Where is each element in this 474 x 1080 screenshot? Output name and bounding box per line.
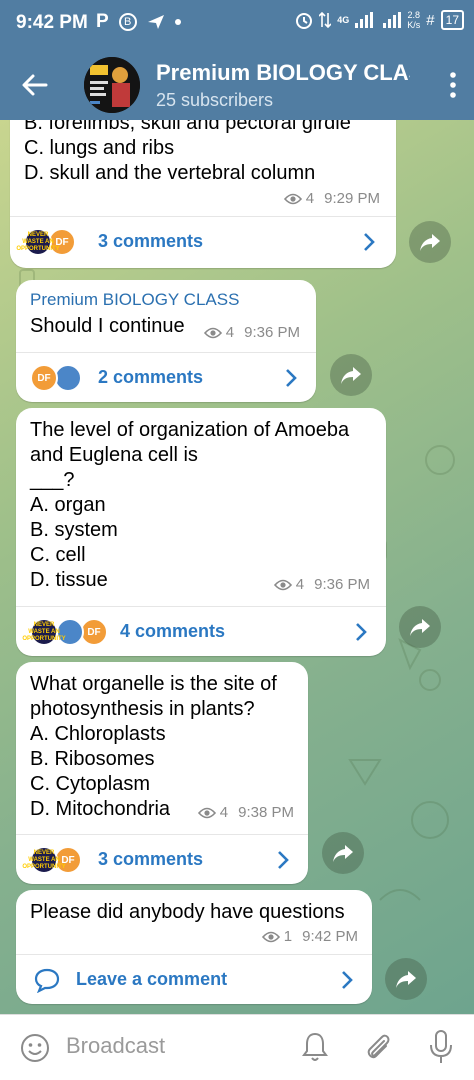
data-arrows-icon: [319, 11, 332, 29]
commenter-avatar: DF: [30, 364, 58, 392]
comments-label: 4 comments: [120, 621, 226, 641]
chevron-right-icon: [286, 369, 297, 387]
channel-avatar-image: [84, 57, 140, 113]
message-bubble-5[interactable]: Please did anybody have questions 1 9:42…: [16, 890, 372, 1004]
message-time: 9:42 PM: [302, 928, 358, 945]
speed-readout: 2.8 K/s: [407, 10, 421, 30]
message-meta: 4 9:38 PM: [197, 804, 294, 821]
comments-label: 3 comments: [98, 849, 204, 869]
message-bubble-1[interactable]: B. forelimbs, skull and pectoral girdle …: [10, 120, 396, 268]
views-icon: [261, 931, 280, 942]
emoji-icon[interactable]: [20, 1033, 50, 1063]
share-button[interactable]: [399, 606, 441, 648]
attach-icon[interactable]: [362, 1031, 394, 1063]
views-icon: [197, 807, 216, 818]
comments-label: 3 comments: [98, 231, 204, 251]
message-text: The level of organization of Amoeba and …: [30, 419, 350, 591]
status-right-icons: 4G 2.8 K/s # 17: [295, 10, 464, 30]
broadcast-bar: Broadcast: [0, 1014, 474, 1080]
chevron-right-icon: [364, 233, 375, 251]
share-button[interactable]: [330, 354, 372, 396]
channel-avatar[interactable]: [84, 57, 140, 113]
message-text: What organelle is the site of photosynth…: [30, 673, 277, 820]
message-time: 9:36 PM: [244, 324, 300, 341]
comments-button[interactable]: DF NEVER WASTE AN OPPORTUNITY 4 comments: [16, 608, 386, 656]
bell-icon[interactable]: [300, 1031, 330, 1063]
chat-header: Premium BIOLOGY CLASS 25 subscribers: [0, 48, 474, 120]
signal-icon-2: [383, 12, 402, 28]
message-meta: 4 9:36 PM: [203, 324, 300, 341]
divider: [16, 606, 386, 607]
share-button[interactable]: [385, 958, 427, 1000]
share-button[interactable]: [409, 221, 451, 263]
message-bubble-2[interactable]: Premium BIOLOGY CLASS Should I continue …: [16, 280, 316, 402]
send-icon: [147, 15, 164, 29]
commenter-avatar: NEVER WASTE AN OPPORTUNITY: [22, 846, 66, 874]
message-bubble-3[interactable]: The level of organization of Amoeba and …: [16, 408, 386, 656]
view-count: 4: [305, 190, 315, 207]
share-icon: [396, 971, 416, 988]
views-icon: [283, 193, 302, 204]
message-meta: 4 9:36 PM: [273, 576, 370, 593]
channel-title[interactable]: Premium BIOLOGY CLASS: [156, 60, 410, 86]
chevron-right-icon: [342, 971, 353, 989]
share-icon: [410, 619, 430, 636]
view-count: 4: [219, 804, 229, 821]
view-count: 4: [295, 576, 305, 593]
network-type: 4G: [337, 15, 350, 25]
message-time: 9:36 PM: [314, 576, 370, 593]
broadcast-input[interactable]: Broadcast: [66, 1033, 165, 1059]
message-text: Please did anybody have questions: [30, 901, 345, 923]
comment-bubble-icon: [34, 968, 60, 993]
message-bubble-4[interactable]: What organelle is the site of photosynth…: [16, 662, 308, 884]
message-text: B. forelimbs, skull and pectoral girdle …: [24, 120, 351, 184]
dot-icon: [174, 19, 181, 25]
views-icon: [203, 327, 222, 338]
views-icon: [273, 579, 292, 590]
status-bar: 9:42 PM P B 4G 2.8 K/s # 17: [0, 0, 474, 48]
message-time: 9:38 PM: [238, 804, 294, 821]
divider: [16, 954, 372, 955]
share-icon: [420, 234, 440, 251]
chevron-right-icon: [356, 623, 367, 641]
message-meta: 1 9:42 PM: [261, 928, 358, 945]
signal-icon: [355, 12, 374, 28]
share-icon: [333, 845, 353, 862]
back-arrow-icon[interactable]: [18, 68, 52, 102]
commenter-avatar: DF: [80, 618, 108, 646]
b-icon: B: [118, 13, 137, 31]
p-icon: P: [96, 11, 109, 32]
commenter-avatar: NEVER WASTE AN OPPORTUNITY: [16, 228, 60, 256]
share-icon: [341, 367, 361, 384]
comments-button[interactable]: DF NEVER WASTE AN OPPORTUNITY 3 comments: [16, 836, 308, 884]
divider: [10, 216, 396, 217]
microphone-icon[interactable]: [428, 1029, 454, 1065]
message-meta: 4 9:29 PM: [283, 190, 380, 207]
divider: [16, 834, 308, 835]
status-time: 9:42 PM: [16, 12, 88, 33]
message-time: 9:29 PM: [324, 190, 380, 207]
commenter-avatar: [54, 364, 82, 392]
leave-comment-button[interactable]: Leave a comment: [16, 956, 372, 1004]
divider: [16, 352, 316, 353]
comments-label: 2 comments: [98, 367, 204, 387]
more-vert-icon[interactable]: [446, 70, 460, 100]
comments-button[interactable]: DF 2 comments: [16, 354, 316, 402]
chat-area[interactable]: B. forelimbs, skull and pectoral girdle …: [0, 120, 474, 1014]
hashtag-icon: #: [426, 11, 435, 29]
battery-indicator: 17: [440, 10, 464, 30]
share-button[interactable]: [322, 832, 364, 874]
chevron-right-icon: [278, 851, 289, 869]
comments-button[interactable]: DF NEVER WASTE AN OPPORTUNITY 3 comments: [10, 218, 396, 266]
status-left-icons: P B: [96, 11, 181, 33]
subscriber-count: 25 subscribers: [156, 90, 274, 110]
alarm-icon: [296, 13, 313, 29]
sender-name: Premium BIOLOGY CLASS: [30, 290, 240, 309]
message-text: Should I continue: [30, 315, 185, 337]
view-count: 1: [283, 928, 293, 945]
leave-comment-label: Leave a comment: [76, 969, 228, 989]
view-count: 4: [225, 324, 235, 341]
commenter-avatar: NEVER WASTE AN OPPORTUNITY: [22, 618, 66, 646]
